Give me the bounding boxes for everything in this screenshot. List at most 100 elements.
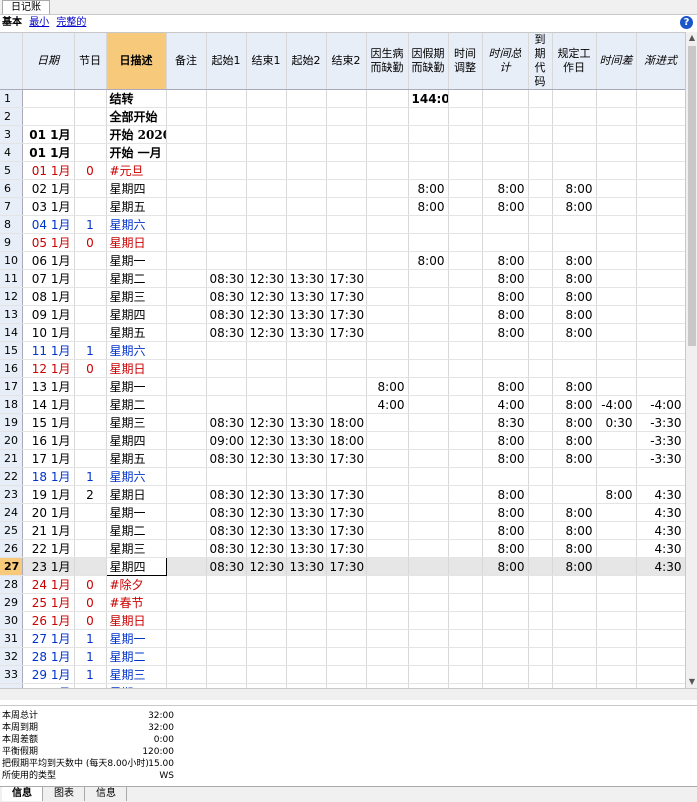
- help-icon[interactable]: ?: [680, 16, 693, 29]
- time-total-cell[interactable]: 8:00: [482, 287, 529, 306]
- date-cell[interactable]: 12 1月: [22, 359, 75, 378]
- table-row[interactable]: 22 18 1月 1 星期六: [0, 467, 685, 486]
- date-cell[interactable]: 28 1月: [22, 647, 75, 666]
- column-header-time-total[interactable]: 时间总计: [482, 33, 529, 90]
- time-total-cell[interactable]: [482, 467, 529, 486]
- start1-cell[interactable]: [206, 611, 247, 630]
- time-adjustment-cell[interactable]: [448, 179, 483, 198]
- end2-cell[interactable]: [326, 629, 367, 648]
- holiday-cell[interactable]: 0: [74, 575, 107, 594]
- time-difference-cell[interactable]: [596, 143, 637, 162]
- notes-cell[interactable]: [166, 107, 207, 126]
- time-difference-cell[interactable]: [596, 593, 637, 612]
- time-difference-cell[interactable]: 8:00: [596, 485, 637, 504]
- end2-cell[interactable]: 17:30: [326, 503, 367, 522]
- day-description-cell[interactable]: #春节: [106, 593, 167, 612]
- due-code-cell[interactable]: [528, 377, 553, 396]
- due-code-cell[interactable]: [528, 503, 553, 522]
- time-total-cell[interactable]: [482, 647, 529, 666]
- sick-absence-cell[interactable]: [366, 269, 409, 288]
- time-total-cell[interactable]: [482, 611, 529, 630]
- vacation-absence-cell[interactable]: [408, 647, 449, 666]
- vacation-absence-cell[interactable]: [408, 467, 449, 486]
- start2-cell[interactable]: 13:30: [286, 413, 327, 432]
- due-workday-cell[interactable]: [552, 359, 597, 378]
- end2-cell[interactable]: [326, 215, 367, 234]
- notes-cell[interactable]: [166, 593, 207, 612]
- time-difference-cell[interactable]: [596, 287, 637, 306]
- time-total-cell[interactable]: 8:00: [482, 197, 529, 216]
- due-workday-cell[interactable]: 8:00: [552, 305, 597, 324]
- time-difference-cell[interactable]: [596, 377, 637, 396]
- sick-absence-cell[interactable]: 4:00: [366, 395, 409, 414]
- progressive-cell[interactable]: [636, 143, 685, 162]
- time-total-cell[interactable]: 4:00: [482, 395, 529, 414]
- start1-cell[interactable]: [206, 107, 247, 126]
- due-code-cell[interactable]: [528, 305, 553, 324]
- time-total-cell[interactable]: [482, 161, 529, 180]
- due-workday-cell[interactable]: 8:00: [552, 197, 597, 216]
- time-adjustment-cell[interactable]: [448, 269, 483, 288]
- time-adjustment-cell[interactable]: [448, 107, 483, 126]
- sick-absence-cell[interactable]: [366, 89, 409, 108]
- date-cell[interactable]: [22, 89, 75, 108]
- due-workday-cell[interactable]: [552, 467, 597, 486]
- table-row[interactable]: 15 11 1月 1 星期六: [0, 341, 685, 360]
- start2-cell[interactable]: [286, 107, 327, 126]
- time-total-cell[interactable]: [482, 629, 529, 648]
- progressive-cell[interactable]: [636, 161, 685, 180]
- holiday-cell[interactable]: 1: [74, 341, 107, 360]
- start2-cell[interactable]: 13:30: [286, 521, 327, 540]
- day-description-cell[interactable]: 星期四: [106, 431, 167, 450]
- time-total-cell[interactable]: 8:00: [482, 251, 529, 270]
- end2-cell[interactable]: [326, 593, 367, 612]
- sick-absence-cell[interactable]: [366, 287, 409, 306]
- day-description-cell[interactable]: 全部开始: [106, 107, 167, 126]
- due-workday-cell[interactable]: [552, 341, 597, 360]
- holiday-cell[interactable]: [74, 539, 107, 558]
- start1-cell[interactable]: 08:30: [206, 269, 247, 288]
- due-code-cell[interactable]: [528, 449, 553, 468]
- due-workday-cell[interactable]: [552, 665, 597, 684]
- start1-cell[interactable]: 08:30: [206, 503, 247, 522]
- sick-absence-cell[interactable]: [366, 593, 409, 612]
- date-cell[interactable]: 24 1月: [22, 575, 75, 594]
- time-adjustment-cell[interactable]: [448, 665, 483, 684]
- start1-cell[interactable]: 08:30: [206, 305, 247, 324]
- table-row[interactable]: 27 23 1月 星期四 08:30 12:30 13:30 17:30 8:00 8:00 4:…: [0, 557, 685, 576]
- notes-cell[interactable]: [166, 539, 207, 558]
- table-row[interactable]: 24 20 1月 星期一 08:30 12:30 13:30 17:30 8:00 8:00 4:…: [0, 503, 685, 522]
- time-adjustment-cell[interactable]: [448, 575, 483, 594]
- end2-cell[interactable]: [326, 179, 367, 198]
- notes-cell[interactable]: [166, 233, 207, 252]
- vacation-absence-cell[interactable]: 8:00: [408, 197, 449, 216]
- table-row[interactable]: 20 16 1月 星期四 09:00 12:30 13:30 18:00 8:00 8:00 -3…: [0, 431, 685, 450]
- column-header-due-code[interactable]: 到期代码: [528, 33, 553, 90]
- due-code-cell[interactable]: [528, 323, 553, 342]
- sick-absence-cell[interactable]: [366, 197, 409, 216]
- end2-cell[interactable]: 17:30: [326, 557, 367, 576]
- end2-cell[interactable]: [326, 359, 367, 378]
- day-description-cell[interactable]: 星期三: [106, 287, 167, 306]
- start1-cell[interactable]: [206, 359, 247, 378]
- holiday-cell[interactable]: [74, 395, 107, 414]
- time-adjustment-cell[interactable]: [448, 215, 483, 234]
- holiday-cell[interactable]: 0: [74, 161, 107, 180]
- sick-absence-cell[interactable]: [366, 665, 409, 684]
- due-workday-cell[interactable]: [552, 575, 597, 594]
- end2-cell[interactable]: 17:30: [326, 287, 367, 306]
- start2-cell[interactable]: [286, 665, 327, 684]
- time-difference-cell[interactable]: [596, 341, 637, 360]
- notes-cell[interactable]: [166, 89, 207, 108]
- start1-cell[interactable]: [206, 215, 247, 234]
- holiday-cell[interactable]: [74, 557, 107, 576]
- time-adjustment-cell[interactable]: [448, 557, 483, 576]
- time-total-cell[interactable]: 8:00: [482, 449, 529, 468]
- notes-cell[interactable]: [166, 323, 207, 342]
- day-description-cell[interactable]: 星期五: [106, 197, 167, 216]
- due-code-cell[interactable]: [528, 665, 553, 684]
- end2-cell[interactable]: [326, 125, 367, 144]
- time-difference-cell[interactable]: [596, 323, 637, 342]
- time-difference-cell[interactable]: [596, 161, 637, 180]
- day-description-cell[interactable]: 星期二: [106, 395, 167, 414]
